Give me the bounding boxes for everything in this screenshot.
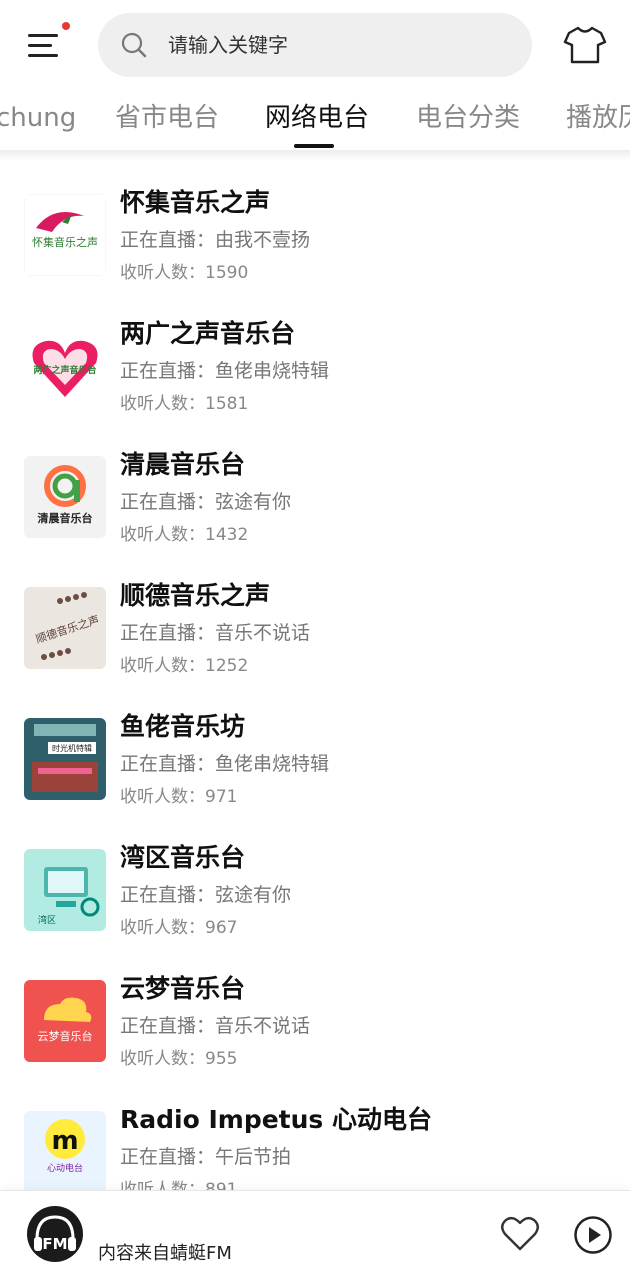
- cover-logo-text: 怀集音乐之声: [32, 235, 98, 249]
- listener-count: 收听人数：1252: [120, 656, 249, 676]
- cover-logo-text: 心动电台: [47, 1162, 83, 1174]
- station-name: 鱼佬音乐坊: [120, 712, 246, 741]
- search-icon: [121, 32, 147, 58]
- listener-count: 收听人数：955: [120, 1049, 238, 1069]
- list-item[interactable]: m 心动电台 Radio Impetus 心动电台 正在直播：午后节拍 收听人数…: [0, 1077, 630, 1190]
- station-cover: 两广之声音乐台: [24, 325, 106, 407]
- now-playing: 正在直播：音乐不说话: [120, 622, 311, 644]
- station-name: 怀集音乐之声: [120, 188, 271, 217]
- list-item[interactable]: 湾区 湾区音乐台 正在直播：弦途有你 收听人数：967: [0, 815, 630, 946]
- tab-internet-radio[interactable]: 网络电台: [265, 100, 369, 136]
- tab-provincial[interactable]: 省市电台: [115, 100, 219, 136]
- listener-count: 收听人数：1432: [120, 525, 249, 545]
- search-input[interactable]: 请输入关键字: [98, 13, 532, 77]
- station-name: Radio Impetus 心动电台: [120, 1105, 432, 1134]
- station-cover: m 心动电台: [24, 1111, 106, 1190]
- heart-icon[interactable]: [500, 1215, 540, 1253]
- tab-partial-left[interactable]: chung: [0, 100, 76, 136]
- station-cover: 怀集音乐之声: [24, 194, 106, 276]
- station-name: 顺德音乐之声: [120, 581, 271, 610]
- cover-logo-text: 湾区: [38, 914, 56, 926]
- search-placeholder: 请输入关键字: [168, 33, 288, 57]
- shirt-icon[interactable]: [563, 25, 607, 65]
- tabs-divider: [0, 150, 630, 160]
- station-cover: 湾区: [24, 849, 106, 931]
- station-name: 云梦音乐台: [120, 974, 246, 1003]
- station-cover: 清晨音乐台: [24, 456, 106, 538]
- now-playing: 正在直播：鱼佬串烧特辑: [120, 360, 330, 382]
- listener-count: 收听人数：967: [120, 918, 238, 938]
- menu-icon-bar: [28, 44, 52, 47]
- cover-logo-text: 时光机特辑: [52, 743, 92, 753]
- station-name: 湾区音乐台: [120, 843, 246, 872]
- list-item[interactable]: 时光机特辑 鱼佬音乐坊 正在直播：鱼佬串烧特辑 收听人数：971: [0, 684, 630, 815]
- station-cover: 时光机特辑: [24, 718, 106, 800]
- menu-icon-bar: [28, 54, 58, 57]
- list-item[interactable]: 两广之声音乐台 两广之声音乐台 正在直播：鱼佬串烧特辑 收听人数：1581: [0, 291, 630, 422]
- tab-play-history[interactable]: 播放历: [566, 100, 630, 136]
- category-tabs: chung 省市电台 网络电台 电台分类 播放历: [0, 92, 630, 150]
- station-cover: 云梦音乐台: [24, 980, 106, 1062]
- list-item[interactable]: 顺德音乐之声 顺德音乐之声 正在直播：音乐不说话 收听人数：1252: [0, 553, 630, 684]
- list-item[interactable]: 云梦音乐台 云梦音乐台 正在直播：音乐不说话 收听人数：955: [0, 946, 630, 1077]
- mini-player: FM 内容来自蜻蜓FM: [0, 1190, 630, 1280]
- active-tab-indicator: [294, 144, 334, 148]
- notification-dot: [62, 22, 70, 30]
- now-playing: 正在直播：弦途有你: [120, 884, 292, 906]
- list-item[interactable]: 怀集音乐之声 怀集音乐之声 正在直播：由我不壹扬 收听人数：1590: [0, 160, 630, 291]
- cover-logo-text: 云梦音乐台: [38, 1029, 93, 1043]
- listener-count: 收听人数：891: [120, 1180, 238, 1190]
- cover-logo-text: 清晨音乐台: [38, 511, 93, 525]
- now-playing: 正在直播：音乐不说话: [120, 1015, 311, 1037]
- play-icon[interactable]: [573, 1215, 613, 1255]
- now-playing: 正在直播：由我不壹扬: [120, 229, 311, 251]
- cover-logo-text: 两广之声音乐台: [33, 364, 96, 376]
- fm-logo[interactable]: FM: [26, 1205, 84, 1263]
- listener-count: 收听人数：1590: [120, 263, 249, 283]
- svg-text:m: m: [51, 1126, 78, 1156]
- station-name: 清晨音乐台: [120, 450, 246, 479]
- now-playing: 正在直播：弦途有你: [120, 491, 292, 513]
- menu-button[interactable]: [24, 22, 70, 68]
- station-name: 两广之声音乐台: [120, 319, 296, 348]
- content-source: 内容来自蜻蜓FM: [98, 1243, 232, 1264]
- now-playing: 正在直播：午后节拍: [120, 1146, 292, 1168]
- tab-radio-categories[interactable]: 电台分类: [416, 100, 520, 136]
- listener-count: 收听人数：1581: [120, 394, 249, 414]
- station-list: 怀集音乐之声 怀集音乐之声 正在直播：由我不壹扬 收听人数：1590 两广之声音…: [0, 160, 630, 1190]
- list-item[interactable]: 清晨音乐台 清晨音乐台 正在直播：弦途有你 收听人数：1432: [0, 422, 630, 553]
- listener-count: 收听人数：971: [120, 787, 238, 807]
- fm-logo-text: FM: [42, 1235, 67, 1253]
- menu-icon: [28, 34, 58, 37]
- now-playing: 正在直播：鱼佬串烧特辑: [120, 753, 330, 775]
- top-bar: 请输入关键字: [0, 0, 630, 90]
- station-cover: 顺德音乐之声: [24, 587, 106, 669]
